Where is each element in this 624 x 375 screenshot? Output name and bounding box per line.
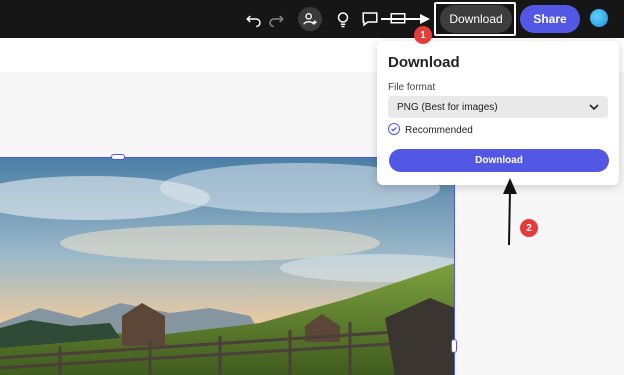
present-icon[interactable]: [388, 9, 408, 29]
undo-icon[interactable]: [244, 9, 264, 29]
step-badge-1: 1: [414, 26, 432, 44]
landscape-image[interactable]: [0, 157, 455, 375]
resize-handle-top[interactable]: [111, 154, 125, 160]
step-badge-2: 2: [520, 219, 538, 237]
download-panel: Download File format PNG (Best for image…: [377, 41, 619, 185]
file-format-select[interactable]: PNG (Best for images): [388, 96, 608, 118]
profile-avatar[interactable]: [590, 9, 608, 27]
file-format-label: File format: [388, 82, 436, 93]
comment-icon[interactable]: [360, 9, 380, 29]
check-circle-icon: [388, 123, 400, 135]
panel-download-button[interactable]: Download: [389, 149, 609, 172]
redo-icon[interactable]: [266, 9, 286, 29]
download-button[interactable]: Download: [440, 5, 512, 33]
lightbulb-icon[interactable]: [333, 9, 353, 29]
chevron-down-icon: [589, 104, 599, 111]
add-user-icon[interactable]: [298, 7, 322, 31]
recommended-label: Recommended: [405, 125, 473, 136]
file-format-value: PNG (Best for images): [397, 101, 498, 113]
resize-handle-right[interactable]: [451, 339, 457, 353]
top-toolbar: Download Share: [0, 0, 624, 38]
download-panel-title: Download: [388, 54, 460, 71]
landscape-illustration: [0, 158, 454, 375]
share-button[interactable]: Share: [520, 5, 580, 33]
